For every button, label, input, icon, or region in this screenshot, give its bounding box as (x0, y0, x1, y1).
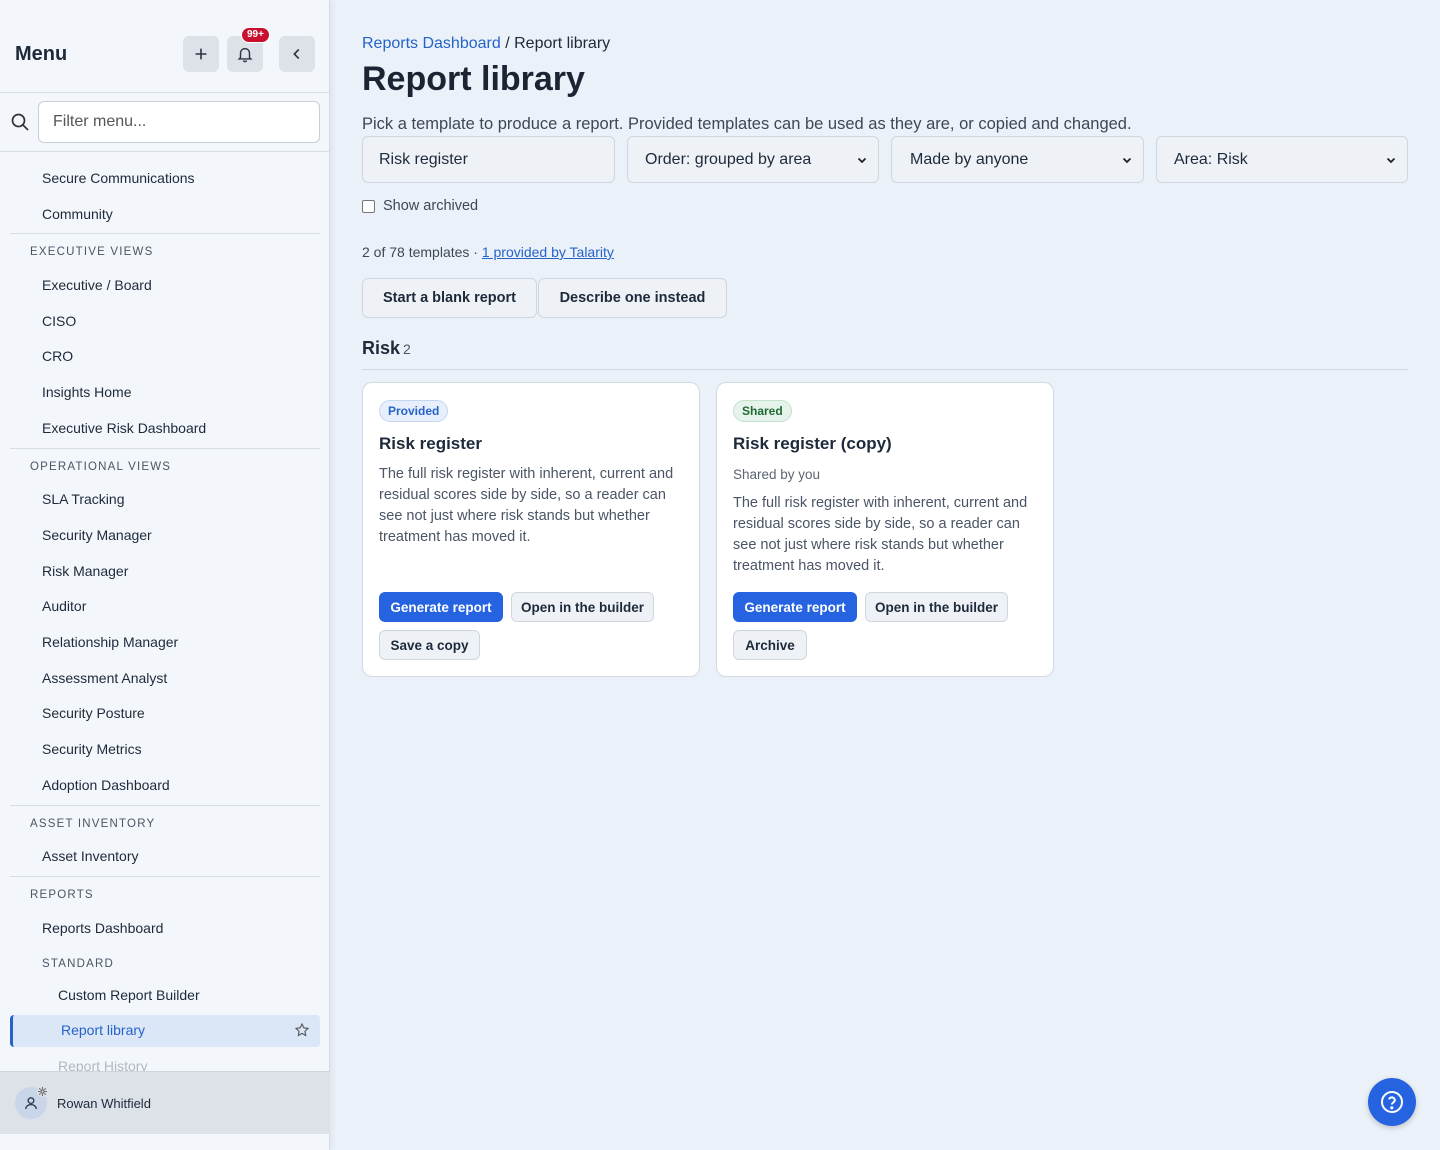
bell-icon (237, 47, 253, 63)
sidebar-item-risk-manager[interactable]: Risk Manager (42, 562, 128, 580)
sidebar-item-report-history[interactable]: Report History (58, 1058, 147, 1071)
sidebar-item-relationship-manager[interactable]: Relationship Manager (42, 633, 178, 651)
template-card: Provided Risk register The full risk reg… (362, 382, 700, 677)
sidebar-item-report-library[interactable]: Report library (10, 1015, 320, 1047)
show-archived-label: Show archived (383, 198, 479, 214)
section-executive-views: EXECUTIVE VIEWS (30, 246, 154, 258)
shared-badge: Shared (733, 400, 792, 422)
sidebar-item-reports-dashboard[interactable]: Reports Dashboard (42, 919, 163, 937)
sidebar-item-custom-report-builder[interactable]: Custom Report Builder (58, 986, 200, 1004)
nav-divider (10, 448, 320, 449)
collapse-sidebar-button[interactable] (279, 36, 315, 72)
breadcrumb-separator: / (505, 35, 510, 52)
chevron-left-icon (293, 48, 300, 60)
sidebar-header: Menu 99+ (0, 0, 330, 93)
breadcrumb: Reports Dashboard / Report library (362, 35, 610, 53)
generate-report-button[interactable]: Generate report (379, 592, 503, 622)
sidebar-item-label: Report library (61, 1022, 146, 1038)
provided-by-link[interactable]: 1 provided by Talarity (482, 244, 614, 260)
user-footer[interactable]: Rowan Whitfield (0, 1071, 330, 1134)
section-asset-inventory: ASSET INVENTORY (30, 818, 156, 830)
start-blank-report-button[interactable]: Start a blank report (362, 278, 537, 318)
show-archived-checkbox[interactable] (362, 199, 375, 213)
plus-icon (195, 48, 207, 60)
main-content: Reports Dashboard / Report library Repor… (362, 0, 1408, 1150)
sidebar-item-insights-home[interactable]: Insights Home (42, 383, 131, 401)
chevron-down-icon (1122, 157, 1132, 164)
sidebar-item-security-posture[interactable]: Security Posture (42, 704, 145, 722)
sidebar-item-auditor[interactable]: Auditor (42, 597, 86, 615)
user-icon (25, 1097, 37, 1110)
card-title: Risk register (copy) (733, 434, 892, 453)
group-divider (362, 369, 1408, 370)
card-description: The full risk register with inherent, cu… (733, 495, 1028, 574)
nav-divider (10, 876, 320, 877)
template-search-value: Risk register (379, 150, 468, 168)
made-by-select[interactable]: Made by anyone (891, 136, 1144, 183)
user-name: Rowan Whitfield (57, 1096, 151, 1111)
sidebar-item-ciso[interactable]: CISO (42, 312, 76, 330)
template-count-text: 2 of 78 templates · (362, 244, 478, 260)
sidebar-item-executive-risk-dashboard[interactable]: Executive Risk Dashboard (42, 419, 206, 437)
archive-button[interactable]: Archive (733, 630, 807, 660)
filter-menu-input[interactable] (38, 101, 320, 143)
sidebar-nav: Secure Communications Community EXECUTIV… (0, 152, 330, 1071)
nav-divider (10, 805, 320, 806)
star-icon[interactable] (294, 1022, 310, 1038)
sidebar: Menu 99+ Secure Communications Community… (0, 0, 330, 1150)
breadcrumb-link-reports-dashboard[interactable]: Reports Dashboard (362, 35, 501, 52)
card-description: The full risk register with inherent, cu… (379, 466, 674, 545)
generate-report-button[interactable]: Generate report (733, 592, 857, 622)
template-count: 2 of 78 templates · 1 provided by Talari… (362, 244, 614, 260)
search-icon (11, 113, 29, 131)
notifications-button[interactable]: 99+ (227, 27, 270, 72)
area-select-value: Area: Risk (1174, 150, 1248, 168)
page-title: Report library (362, 60, 585, 98)
card-title: Risk register (379, 434, 482, 453)
provided-badge: Provided (379, 400, 449, 422)
open-in-builder-button[interactable]: Open in the builder (865, 592, 1008, 622)
group-name: Risk (362, 338, 401, 358)
notifications-badge: 99+ (241, 27, 270, 43)
save-copy-button[interactable]: Save a copy (379, 630, 480, 660)
sidebar-filter (0, 93, 330, 152)
template-search-input[interactable]: Risk register (362, 136, 615, 183)
sidebar-item-asset-inventory[interactable]: Asset Inventory (42, 847, 139, 865)
order-select-value: Order: grouped by area (645, 150, 812, 168)
show-archived-toggle[interactable]: Show archived (362, 198, 478, 214)
breadcrumb-current: Report library (514, 35, 611, 52)
sidebar-item-security-manager[interactable]: Security Manager (42, 526, 152, 544)
help-icon (1381, 1091, 1403, 1113)
help-button[interactable] (1368, 1078, 1416, 1126)
chevron-down-icon (1386, 157, 1396, 164)
sidebar-title: Menu (15, 43, 68, 65)
sidebar-item-sla-tracking[interactable]: SLA Tracking (42, 490, 125, 508)
template-card: Shared Risk register (copy) Shared by yo… (716, 382, 1054, 677)
sidebar-item-cro[interactable]: CRO (42, 347, 73, 365)
area-select[interactable]: Area: Risk (1156, 136, 1408, 183)
chevron-down-icon (857, 157, 867, 164)
page-subtitle: Pick a template to produce a report. Pro… (362, 115, 1132, 133)
sidebar-item-security-metrics[interactable]: Security Metrics (42, 740, 142, 758)
group-heading: Risk 2 (362, 338, 411, 359)
add-button[interactable] (183, 36, 219, 72)
section-standard: STANDARD (42, 958, 115, 970)
nav-divider (10, 233, 320, 234)
order-select[interactable]: Order: grouped by area (627, 136, 879, 183)
describe-report-button[interactable]: Describe one instead (538, 278, 727, 318)
sidebar-item-assessment-analyst[interactable]: Assessment Analyst (42, 669, 167, 687)
sidebar-item-adoption-dashboard[interactable]: Adoption Dashboard (42, 776, 170, 794)
sidebar-item-community[interactable]: Community (42, 205, 113, 223)
made-by-select-value: Made by anyone (910, 150, 1029, 168)
group-count: 2 (403, 341, 411, 357)
section-operational-views: OPERATIONAL VIEWS (30, 461, 172, 473)
sidebar-item-secure-communications[interactable]: Secure Communications (42, 169, 195, 187)
card-shared-by: Shared by you (733, 467, 821, 482)
sidebar-item-executive-board[interactable]: Executive / Board (42, 276, 152, 294)
gear-icon (37, 1086, 48, 1097)
section-reports: REPORTS (30, 889, 94, 901)
open-in-builder-button[interactable]: Open in the builder (511, 592, 654, 622)
